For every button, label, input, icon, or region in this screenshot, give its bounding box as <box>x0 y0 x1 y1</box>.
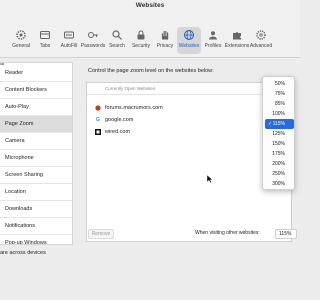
window-title: Websites <box>135 2 165 9</box>
toolbar-item-profiles[interactable]: Profiles <box>201 27 225 54</box>
sidebar-item-pop-up-windows[interactable]: Pop-up Windows <box>0 235 72 244</box>
google-favicon: G <box>96 117 100 123</box>
websites-sidebar: al Reader Content Blockers Auto-Play Pag… <box>0 62 73 245</box>
toolbar-item-label: Profiles <box>204 43 222 49</box>
website-row[interactable]: forums.macrumors.com <box>95 103 163 113</box>
globe-icon <box>184 30 194 40</box>
zoom-option[interactable]: 75% <box>265 89 294 99</box>
other-websites-label: When visiting other websites: <box>195 230 260 236</box>
key-icon <box>88 32 98 38</box>
mouse-cursor-icon <box>207 175 213 183</box>
website-name: forums.macrumors.com <box>105 105 163 111</box>
lock-icon <box>137 30 145 40</box>
zoom-option[interactable]: 50% <box>265 79 294 89</box>
preferences-toolbar: General Tabs AutoFill Passwords Search S… <box>9 27 273 54</box>
toolbar-item-autofill[interactable]: AutoFill <box>57 27 81 54</box>
sidebar-item-content-blockers[interactable]: Content Blockers <box>0 82 72 99</box>
sidebar-item-reader[interactable]: Reader <box>0 65 72 82</box>
zoom-option[interactable]: 200% <box>265 159 294 169</box>
zoom-option[interactable]: 85% <box>265 99 294 109</box>
advanced-gear-icon <box>256 30 266 40</box>
profile-icon <box>209 31 217 40</box>
panel-description: Control the page zoom level on the websi… <box>88 68 214 74</box>
website-row[interactable]: G google.com <box>95 115 133 125</box>
toolbar-item-extensions[interactable]: Extensions <box>225 27 249 54</box>
zoom-option[interactable]: 175% <box>265 149 294 159</box>
website-row[interactable]: wired.com <box>95 127 130 137</box>
autofill-icon <box>64 31 74 39</box>
toolbar-item-label: Search <box>109 43 125 49</box>
gear-icon <box>16 30 26 40</box>
toolbar-item-general[interactable]: General <box>9 27 33 54</box>
toolbar-item-privacy[interactable]: Privacy <box>153 27 177 54</box>
website-name: wired.com <box>105 129 131 135</box>
puzzle-icon <box>233 32 241 40</box>
share-across-devices-label: are across devices <box>0 250 46 256</box>
sidebar-item-location[interactable]: Location <box>0 184 72 201</box>
zoom-option[interactable]: 300% <box>265 179 294 189</box>
toolbar-item-label: Tabs <box>39 43 51 49</box>
sidebar-item-auto-play[interactable]: Auto-Play <box>0 99 72 116</box>
hand-icon <box>161 30 169 40</box>
zoom-option[interactable]: 150% <box>265 139 294 149</box>
toolbar-item-label: Extensions <box>224 43 250 49</box>
zoom-option[interactable]: 125% <box>265 129 294 139</box>
sidebar-item-notifications[interactable]: Notifications <box>0 218 72 235</box>
toolbar-item-passwords[interactable]: Passwords <box>81 27 105 54</box>
toolbar-item-label: AutoFill <box>60 43 78 49</box>
toolbar-item-label: Passwords <box>80 43 106 49</box>
sidebar-item-microphone[interactable]: Microphone <box>0 150 72 167</box>
tabs-icon <box>40 31 50 39</box>
sidebar-item-downloads[interactable]: Downloads <box>0 201 72 218</box>
remove-button[interactable]: Remove <box>88 229 114 239</box>
sidebar-item-screen-sharing[interactable]: Screen Sharing <box>0 167 72 184</box>
toolbar-item-label: Advanced <box>249 43 273 49</box>
checkmark-icon: ✓ <box>268 121 273 127</box>
toolbar-item-label: Security <box>131 43 151 49</box>
sidebar-item-camera[interactable]: Camera <box>0 133 72 150</box>
toolbar-item-label: Websites <box>178 43 200 49</box>
toolbar-item-websites[interactable]: Websites <box>177 27 201 54</box>
wired-favicon <box>95 129 101 135</box>
toolbar-item-security[interactable]: Security <box>129 27 153 54</box>
search-icon <box>112 30 122 40</box>
other-websites-zoom-select[interactable]: 115% <box>275 229 297 239</box>
websites-list-header: Currently Open Websites <box>87 83 291 95</box>
toolbar-item-advanced[interactable]: Advanced <box>249 27 273 54</box>
toolbar-item-label: Privacy <box>156 43 174 49</box>
sidebar-item-page-zoom[interactable]: Page Zoom <box>0 116 72 133</box>
toolbar-item-tabs[interactable]: Tabs <box>33 27 57 54</box>
zoom-option[interactable]: 250% <box>265 169 294 179</box>
macrumors-favicon <box>95 105 101 111</box>
toolbar-item-label: General <box>12 43 30 49</box>
zoom-level-dropdown[interactable]: 50% 75% 85% 100% ✓ 115% 125% 150% 175% 20… <box>262 76 295 190</box>
window-titlebar: Websites General Tabs AutoFill Passwords… <box>0 0 300 58</box>
website-name: google.com <box>105 117 134 123</box>
zoom-option-selected[interactable]: ✓ 115% <box>265 119 294 129</box>
toolbar-item-search[interactable]: Search <box>105 27 129 54</box>
zoom-option[interactable]: 100% <box>265 109 294 119</box>
